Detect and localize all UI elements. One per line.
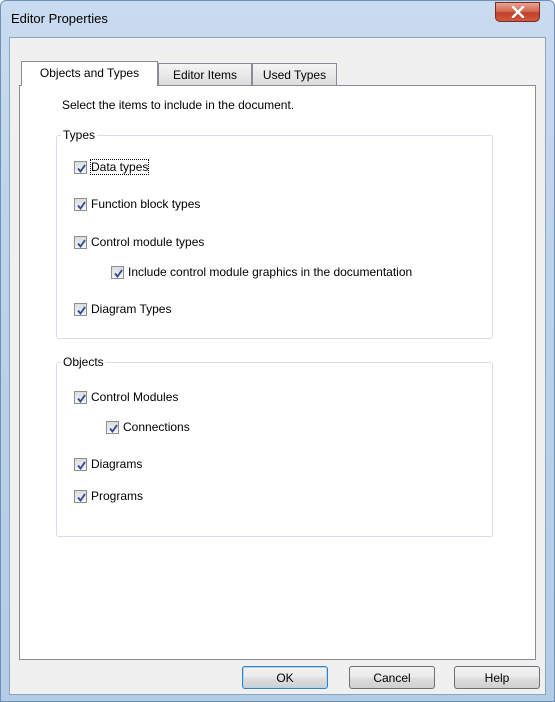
checkbox-label: Include control module graphics in the d… <box>128 265 413 279</box>
close-icon <box>511 6 525 18</box>
checkbox-data-types[interactable]: Data types <box>74 159 150 175</box>
checkbox-connections[interactable]: Connections <box>106 419 190 435</box>
help-button[interactable]: Help <box>454 666 540 689</box>
objects-group-legend: Objects <box>61 355 106 369</box>
tab-editor-items[interactable]: Editor Items <box>158 63 252 85</box>
checkbox-label: Diagrams <box>91 457 143 471</box>
checkmark-icon <box>77 200 86 210</box>
window-title: Editor Properties <box>11 11 108 26</box>
checkbox-box[interactable] <box>74 302 87 316</box>
checkbox-box[interactable] <box>111 265 124 279</box>
checkbox-box[interactable] <box>74 390 87 404</box>
checkbox-label: Data types <box>89 159 150 175</box>
checkbox-function-block-types[interactable]: Function block types <box>74 196 200 212</box>
checkbox-control-module-types[interactable]: Control module types <box>74 234 204 250</box>
cancel-button[interactable]: Cancel <box>349 666 435 689</box>
checkmark-icon <box>114 268 123 278</box>
checkbox-diagram-types[interactable]: Diagram Types <box>74 301 171 317</box>
checkbox-include-control-module-graphics[interactable]: Include control module graphics in the d… <box>111 264 412 280</box>
checkbox-programs[interactable]: Programs <box>74 488 143 504</box>
dialog-client-area: Objects and Types Editor Items Used Type… <box>9 37 546 695</box>
checkbox-box[interactable] <box>74 235 87 249</box>
tab-label: Editor Items <box>172 68 238 82</box>
tab-label: Used Types <box>262 68 327 82</box>
checkmark-icon <box>77 305 86 315</box>
checkbox-box[interactable] <box>74 160 87 174</box>
tab-used-types[interactable]: Used Types <box>252 63 337 85</box>
checkbox-box[interactable] <box>74 489 87 503</box>
checkmark-icon <box>77 460 86 470</box>
checkbox-box[interactable] <box>74 197 87 211</box>
checkbox-label: Control Modules <box>91 390 179 404</box>
checkmark-icon <box>77 163 86 173</box>
instruction-text: Select the items to include in the docum… <box>62 98 295 112</box>
checkbox-label: Connections <box>123 420 190 434</box>
checkbox-control-modules[interactable]: Control Modules <box>74 389 178 405</box>
checkmark-icon <box>77 393 86 403</box>
checkmark-icon <box>77 238 86 248</box>
ok-button[interactable]: OK <box>242 666 328 689</box>
checkmark-icon <box>77 492 86 502</box>
checkbox-box[interactable] <box>106 420 119 434</box>
tab-label: Objects and Types <box>39 66 140 80</box>
title-bar[interactable]: Editor Properties <box>1 1 554 37</box>
checkbox-label: Diagram Types <box>91 302 172 316</box>
tab-objects-and-types[interactable]: Objects and Types <box>21 61 158 86</box>
checkbox-label: Function block types <box>91 197 201 211</box>
checkmark-icon <box>109 423 118 433</box>
close-button[interactable] <box>495 2 540 22</box>
checkbox-label: Programs <box>91 489 144 503</box>
types-group-legend: Types <box>61 128 98 142</box>
checkbox-label: Control module types <box>91 235 205 249</box>
checkbox-diagrams[interactable]: Diagrams <box>74 456 142 472</box>
checkbox-box[interactable] <box>74 457 87 471</box>
editor-properties-window: Editor Properties Objects and Types Edit… <box>0 0 555 702</box>
